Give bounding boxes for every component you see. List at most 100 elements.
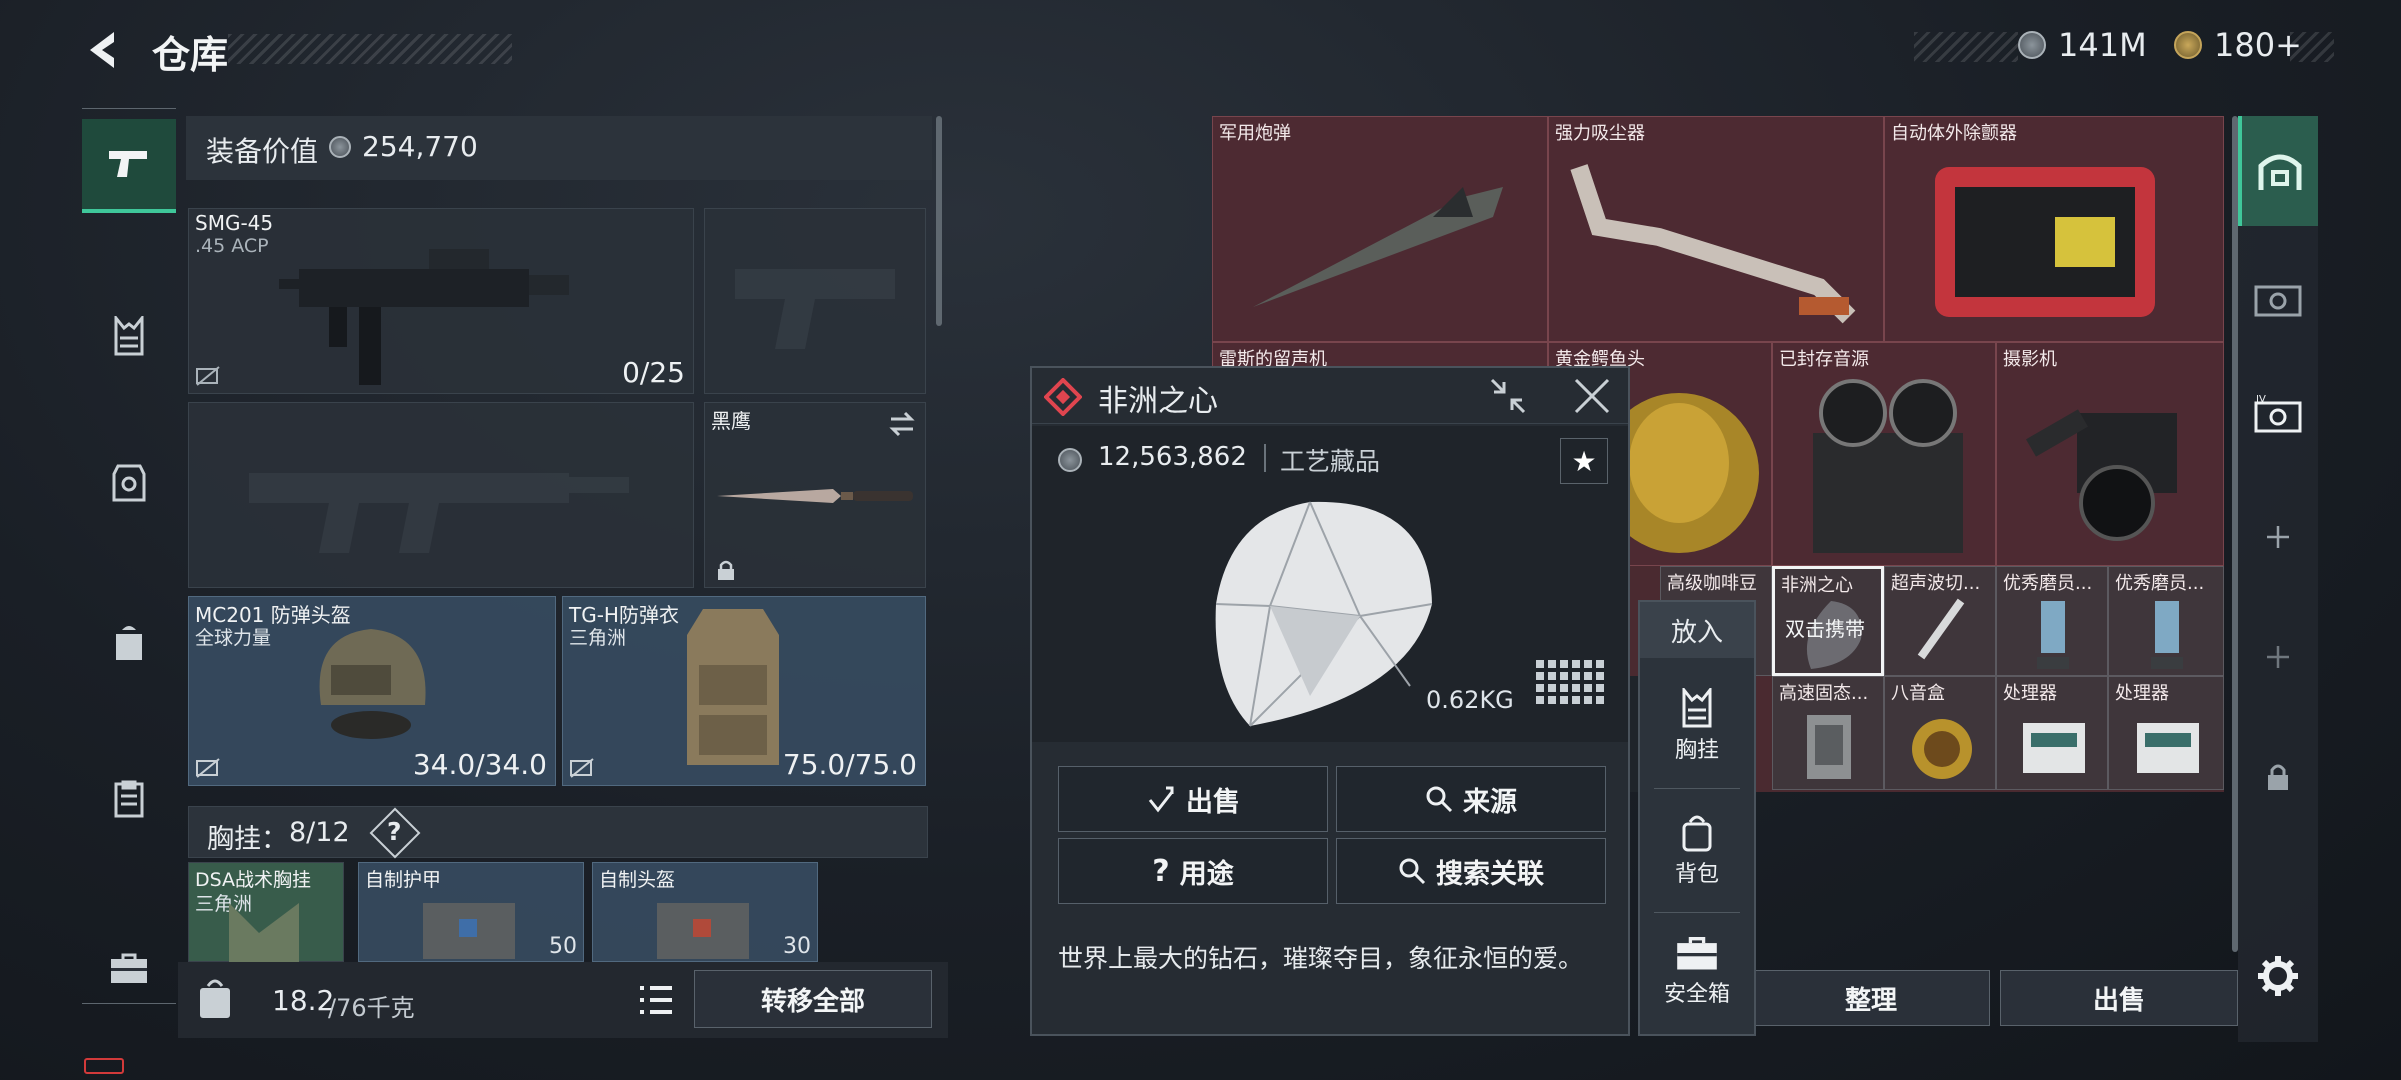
storage-item-selected[interactable]: 非洲之心 双击携带 — [1772, 566, 1884, 676]
list-icon[interactable] — [636, 982, 676, 1018]
storage-item[interactable]: 强力吸尘器 — [1548, 116, 1884, 342]
rig-item-value: 50 — [549, 934, 577, 959]
armor-slot[interactable]: TG-H防弹衣 三角洲 75.0/75.0 — [562, 596, 926, 786]
storage-tab-1[interactable] — [2238, 116, 2318, 226]
close-icon[interactable] — [1572, 376, 1612, 416]
camera-image — [2026, 409, 2177, 541]
storage-item[interactable]: 已封存音源 — [1772, 342, 1996, 566]
currency-gold[interactable]: 180+ — [2174, 26, 2302, 64]
search-icon — [1399, 858, 1426, 885]
crate-image — [423, 903, 515, 959]
storage-item-name: 八音盒 — [1891, 683, 1945, 704]
item-detail-popup: 非洲之心 12,563,862 工艺藏品 ★ 0.62KG 出售 来源 ? 用途… — [1030, 366, 1630, 1036]
storage-item-name: 处理器 — [2115, 683, 2169, 704]
title-decoration — [228, 34, 512, 64]
armor-tab[interactable] — [82, 435, 176, 529]
safebox-tab[interactable] — [82, 921, 176, 1015]
storage-item-name: 自动体外除颤器 — [1891, 123, 2017, 144]
sort-button[interactable]: 整理 — [1752, 970, 1990, 1026]
double-click-carry-hint: 双击携带 — [1785, 617, 1865, 641]
usage-button[interactable]: ? 用途 — [1058, 838, 1328, 904]
storage-sell-button[interactable]: 出售 — [2000, 970, 2238, 1026]
lock-icon — [2268, 764, 2288, 790]
help-icon[interactable]: ? — [387, 817, 402, 846]
rig-item[interactable]: DSA战术胸挂 三角洲 — [188, 862, 344, 963]
container-tab[interactable] — [82, 751, 176, 845]
storage-item-name: 摄影机 — [2003, 349, 2057, 370]
put-into-safebox[interactable]: 安全箱 — [1640, 934, 1754, 1008]
collapse-icon[interactable] — [1488, 376, 1528, 416]
rig-item-value: 30 — [783, 934, 811, 959]
melee-slot[interactable]: 黑鹰 — [704, 402, 926, 588]
secondary-weapon-slot[interactable] — [704, 208, 926, 394]
search-related-button-label: 搜索关联 — [1436, 858, 1544, 890]
storage-item[interactable]: 处理器 — [1996, 676, 2108, 790]
weight-value: 18.2 — [272, 984, 335, 1017]
knife-image — [717, 489, 913, 503]
lock-icon — [718, 560, 734, 580]
storage-tab-3[interactable]: IV — [2238, 360, 2318, 470]
plus-icon — [2267, 646, 2289, 668]
rig-item[interactable]: 自制头盔 30 — [592, 862, 818, 962]
back-arrow-icon[interactable] — [82, 28, 126, 72]
secondary-primary-slot[interactable] — [188, 402, 694, 588]
storage-item[interactable]: 摄影机 — [1996, 342, 2224, 566]
rig-item[interactable]: 自制护甲 50 — [358, 862, 584, 962]
ultrasonic-cutter-image — [1917, 598, 1965, 660]
helmet-brand: 全球力量 — [195, 627, 272, 649]
divider — [1654, 912, 1740, 913]
primary-weapon-slot[interactable]: SMG-45 .45 ACP 0/25 — [188, 208, 694, 394]
storage-item-name: 优秀磨员... — [2003, 573, 2093, 594]
no-insure-icon — [196, 758, 220, 778]
price-divider — [1264, 444, 1266, 472]
item-preview-area: 12,563,862 工艺藏品 ★ 0.62KG — [1032, 426, 1628, 742]
helmet-image — [319, 629, 426, 739]
transfer-all-button[interactable]: 转移全部 — [694, 970, 932, 1028]
popup-header: 非洲之心 — [1032, 368, 1628, 424]
storage-item[interactable]: 优秀磨员... — [1996, 566, 2108, 676]
source-button[interactable]: 来源 — [1336, 766, 1606, 832]
rig-tab[interactable] — [82, 289, 176, 383]
put-into-menu: 放入 胸挂 背包 安全箱 — [1638, 600, 1756, 1036]
storage-item[interactable]: 超声波切... — [1884, 566, 1996, 676]
weapons-tab[interactable] — [82, 119, 176, 213]
put-into-rig-label: 胸挂 — [1674, 738, 1719, 763]
storage-item[interactable]: 高速固态... — [1772, 676, 1884, 790]
search-related-button[interactable]: 搜索关联 — [1336, 838, 1606, 904]
divider — [1654, 788, 1740, 789]
storage-item[interactable]: 军用炮弹 — [1212, 116, 1548, 342]
backpack-tab[interactable] — [82, 595, 176, 689]
item-category: 工艺藏品 — [1280, 447, 1381, 476]
defibrillator-image — [1935, 167, 2155, 317]
storage-item[interactable]: 八音盒 — [1884, 676, 1996, 790]
pistol-icon — [109, 151, 147, 177]
value-coin-icon — [329, 136, 351, 158]
currency-silver: 141M — [2018, 26, 2147, 64]
put-into-header: 放入 — [1640, 602, 1754, 658]
locked-storage-slot[interactable] — [2238, 722, 2318, 832]
backpack-icon — [116, 626, 142, 660]
add-storage-button-2[interactable] — [2238, 602, 2318, 712]
put-into-rig[interactable]: 胸挂 — [1640, 688, 1754, 764]
settings-gear-icon[interactable] — [2256, 954, 2300, 998]
storage-item-name: 已封存音源 — [1779, 349, 1869, 370]
add-storage-button[interactable] — [2238, 482, 2318, 592]
item-price: 12,563,862 — [1098, 442, 1247, 472]
source-button-label: 来源 — [1463, 786, 1517, 818]
storage-tab-2[interactable] — [2238, 246, 2318, 356]
put-into-backpack[interactable]: 背包 — [1640, 812, 1754, 888]
trophy-image — [2037, 601, 2069, 669]
storage-item[interactable]: 自动体外除颤器 — [1884, 116, 2224, 342]
scrollbar[interactable] — [936, 116, 942, 326]
storage-item[interactable]: 处理器 — [2108, 676, 2224, 790]
helmet-slot[interactable]: MC201 防弹头盔 全球力量 34.0/34.0 — [188, 596, 556, 786]
sell-button[interactable]: 出售 — [1058, 766, 1328, 832]
storage-item[interactable]: 优秀磨员... — [2108, 566, 2224, 676]
storage-item-name: 强力吸尘器 — [1555, 123, 1645, 144]
collectible-category-icon — [1044, 378, 1082, 416]
backpack-lock-icon — [200, 979, 230, 1018]
swap-icon[interactable] — [887, 411, 917, 437]
equipment-value-label: 装备价值 — [206, 135, 319, 168]
helmet-durability: 34.0/34.0 — [412, 748, 547, 781]
favorite-star-button[interactable]: ★ — [1560, 438, 1608, 484]
